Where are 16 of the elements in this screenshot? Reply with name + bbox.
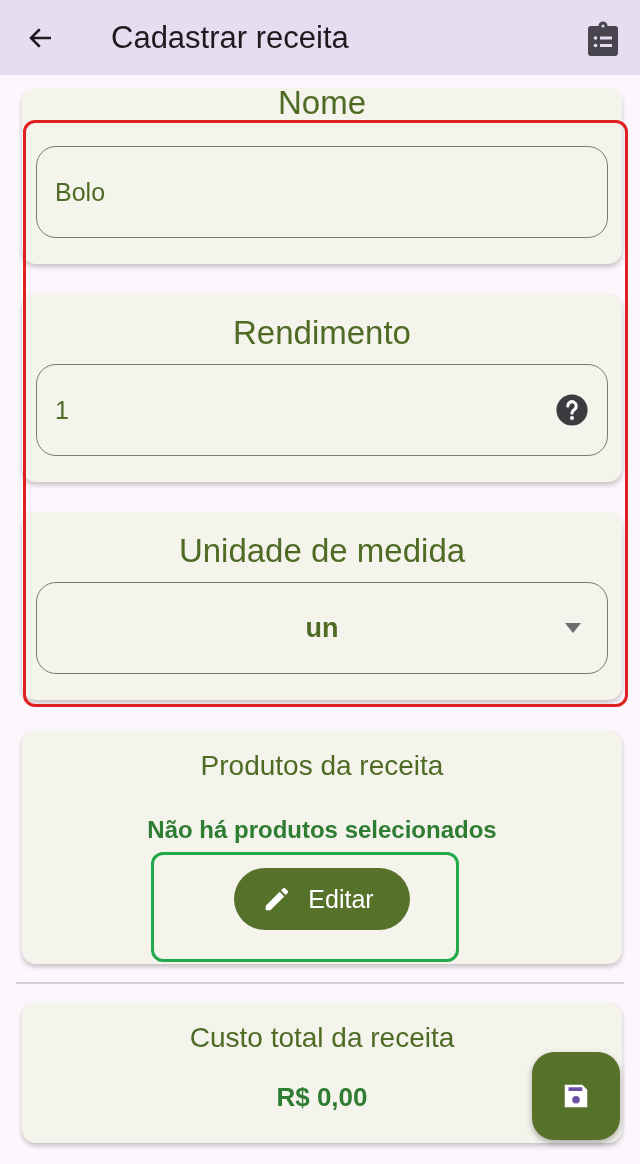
card-title: Produtos da receita [200,750,444,782]
text-field[interactable]: 1 [36,364,608,456]
screen-title: Cadastrar receita [111,19,350,56]
empty-message: Não há produtos selecionados [147,816,497,844]
field-label: Unidade de medida [178,531,466,571]
help-icon[interactable] [555,393,589,427]
field-label: Nome [278,88,366,123]
clipboard-list-icon[interactable] [588,19,618,56]
total-value: R$ 0,00 [276,1082,368,1113]
edit-button[interactable]: Editar [234,868,410,930]
caret-icon [565,623,581,633]
card-title: Custo total da receita [189,1022,455,1054]
text-field[interactable]: Bolo [36,146,608,238]
save-button[interactable] [532,1052,620,1140]
dropdown-field[interactable]: un [36,582,608,674]
field-label: Rendimento [233,313,411,353]
